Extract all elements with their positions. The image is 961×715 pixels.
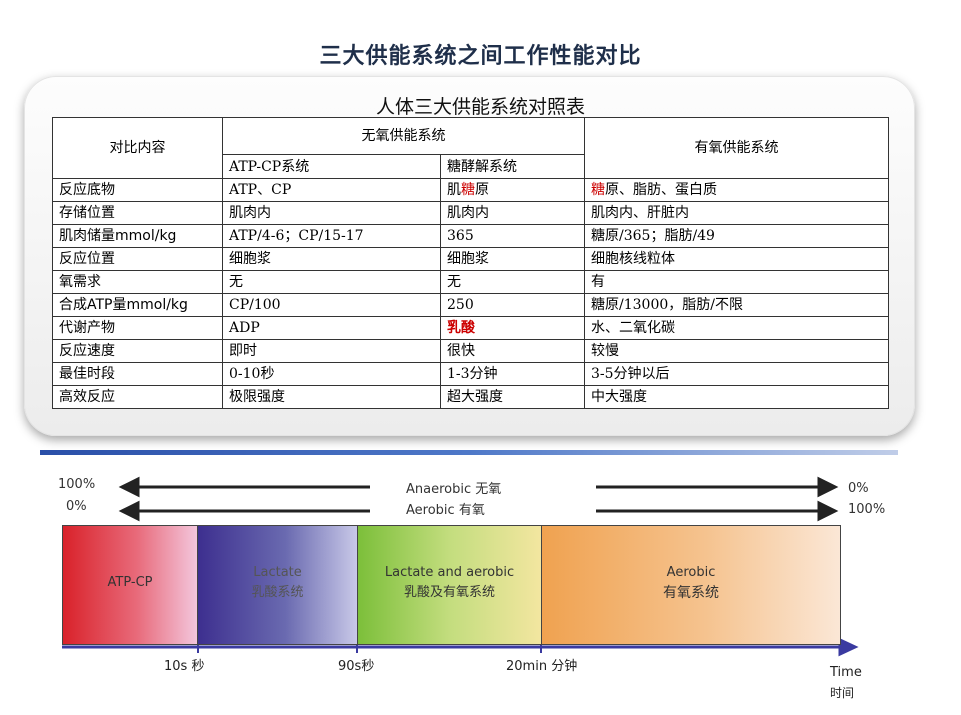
row-gly: 365 (440, 224, 585, 248)
row-gly-highlight: 糖 (461, 182, 475, 198)
time-label-en: Time (830, 665, 862, 680)
row-aer-highlight: 糖 (591, 182, 605, 198)
header-compare: 对比内容 (52, 117, 223, 179)
row-aer-b: 原、脂肪、蛋白质 (605, 182, 717, 198)
row-item: 反应底物 (52, 178, 223, 202)
right-bottom-percent: 100% (848, 502, 886, 517)
left-top-percent: 100% (58, 477, 96, 492)
row-item: 反应位置 (52, 247, 223, 271)
segment-atp-cp-label: ATP-CP (107, 575, 153, 590)
table-row: 代谢产物 ADP 乳酸 水、二氧化碳 (52, 316, 889, 340)
row-aer: 糖原/13000，脂肪/不限 (584, 293, 889, 317)
segment-mixed-label: Lactate and aerobic (384, 565, 515, 580)
row-atp: 即时 (222, 339, 441, 363)
anaerobic-arrowhead-right (817, 476, 839, 498)
row-aer: 中大强度 (584, 385, 889, 409)
row-item: 反应速度 (52, 339, 223, 363)
segment-atp-cp: ATP-CP (62, 525, 198, 645)
row-gly-c: 原 (475, 182, 489, 198)
row-gly: 肌糖原 (440, 178, 585, 202)
tick-label-10s: 10s 秒 (164, 659, 205, 674)
row-gly: 超大强度 (440, 385, 585, 409)
segment-lactate-aerobic: Lactate and aerobic 乳酸及有氧系统 (357, 525, 542, 645)
aerobic-arrowhead-right (817, 500, 839, 522)
row-gly: 1-3分钟 (440, 362, 585, 386)
row-gly: 肌肉内 (440, 201, 585, 225)
row-atp: 细胞浆 (222, 247, 441, 271)
table-row: 存储位置 肌肉内 肌肉内 肌肉内、肝脏内 (52, 201, 889, 225)
table-row: 反应底物 ATP、CP 肌糖原 糖原、脂肪、蛋白质 (52, 178, 889, 202)
table-row: 最佳时段 0-10秒 1-3分钟 3-5分钟以后 (52, 362, 889, 386)
anaerobic-label: Anaerobic 无氧 (406, 482, 502, 497)
time-label-zh: 时间 (830, 686, 855, 700)
row-atp: CP/100 (222, 293, 441, 317)
header-glycolysis: 糖酵解系统 (440, 154, 585, 179)
header-atp-cp: ATP-CP系统 (222, 154, 441, 179)
row-atp: 极限强度 (222, 385, 441, 409)
time-axis-arrowhead (838, 637, 859, 657)
segment-mixed-label-zh: 乳酸及有氧系统 (403, 585, 495, 600)
row-aer: 糖原/365；脂肪/49 (584, 224, 889, 248)
tick-label-90s: 90s秒 (338, 659, 375, 674)
section-divider (40, 450, 898, 455)
header-aerobic: 有氧供能系统 (584, 117, 889, 179)
page-title: 三大供能系统之间工作性能对比 (319, 44, 642, 69)
row-item: 高效反应 (52, 385, 223, 409)
tick-label-20min: 20min 分钟 (506, 659, 578, 674)
segment-lactate-label: Lactate (253, 565, 302, 580)
row-atp: 肌肉内 (222, 201, 441, 225)
segment-lactate-label-zh: 乳酸系统 (251, 585, 304, 600)
segment-aerobic-label-zh: 有氧系统 (663, 585, 719, 601)
table-row: 反应位置 细胞浆 细胞浆 细胞核线粒体 (52, 247, 889, 271)
row-atp: 无 (222, 270, 441, 294)
row-aer: 有 (584, 270, 889, 294)
row-gly: 很快 (440, 339, 585, 363)
segment-aerobic-label: Aerobic (666, 565, 716, 580)
table-row: 反应速度 即时 很快 较慢 (52, 339, 889, 363)
table-row: 氧需求 无 无 有 (52, 270, 889, 294)
row-gly: 细胞浆 (440, 247, 585, 271)
left-bottom-percent: 0% (66, 499, 87, 514)
row-gly: 无 (440, 270, 585, 294)
row-atp: ATP/4-6；CP/15-17 (222, 224, 441, 248)
row-atp: ADP (222, 316, 441, 340)
row-item: 最佳时段 (52, 362, 223, 386)
row-item: 肌肉储量mmol/kg (52, 224, 223, 248)
row-gly: 乳酸 (440, 316, 585, 340)
row-item: 合成ATP量mmol/kg (52, 293, 223, 317)
right-top-percent: 0% (848, 481, 869, 496)
table-row: 合成ATP量mmol/kg CP/100 250 糖原/13000，脂肪/不限 (52, 293, 889, 317)
energy-system-diagram: 100% 0% Anaerobic 无氧 Aerobic 有氧 0% 100% … (40, 465, 904, 707)
table-title: 人体三大供能系统对照表 (375, 96, 585, 118)
anaerobic-arrowhead-left (118, 476, 140, 498)
row-aer: 3-5分钟以后 (584, 362, 889, 386)
row-atp: 0-10秒 (222, 362, 441, 386)
table-row: 高效反应 极限强度 超大强度 中大强度 (52, 385, 889, 409)
segment-lactate: Lactate 乳酸系统 (197, 525, 358, 645)
row-gly-a: 肌 (447, 182, 461, 198)
row-item: 氧需求 (52, 270, 223, 294)
comparison-table: 对比内容 无氧供能系统 有氧供能系统 ATP-CP系统 糖酵解系统 反应底物 A… (52, 116, 889, 409)
row-item: 存储位置 (52, 201, 223, 225)
aerobic-label: Aerobic 有氧 (406, 503, 485, 518)
row-aer: 较慢 (584, 339, 889, 363)
row-aer: 肌肉内、肝脏内 (584, 201, 889, 225)
row-aer: 水、二氧化碳 (584, 316, 889, 340)
header-anaerobic: 无氧供能系统 (222, 116, 585, 156)
row-aer: 细胞核线粒体 (584, 247, 889, 271)
row-atp: ATP、CP (222, 178, 441, 202)
table-row: 肌肉储量mmol/kg ATP/4-6；CP/15-17 365 糖原/365；… (52, 224, 889, 248)
row-aer: 糖原、脂肪、蛋白质 (584, 178, 889, 202)
aerobic-arrowhead-left (118, 500, 140, 522)
segment-aerobic: Aerobic 有氧系统 (541, 525, 841, 645)
row-gly: 250 (440, 293, 585, 317)
row-item: 代谢产物 (52, 316, 223, 340)
